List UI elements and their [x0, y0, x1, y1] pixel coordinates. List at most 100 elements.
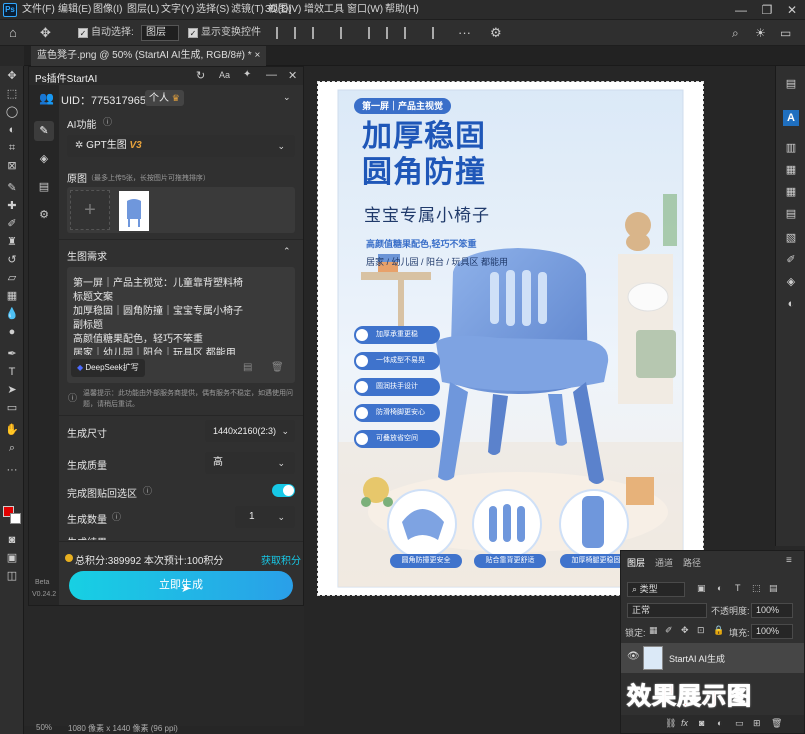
get-points-link[interactable]: 获取积分 [261, 552, 301, 567]
lock-move-icon[interactable]: ✥ [681, 625, 689, 636]
layer-row[interactable]: 👁 StartAI AI生成 [621, 643, 804, 673]
lasso-tool-icon[interactable]: ◯ [4, 104, 20, 120]
quick-select-tool-icon[interactable]: ◐ [4, 122, 20, 138]
quick-mask-icon[interactable]: ◙ [4, 532, 20, 548]
align-bottom-icon[interactable] [404, 27, 416, 39]
properties-icon[interactable]: ▥ [783, 140, 799, 156]
lock-brush-icon[interactable]: ✐ [665, 625, 673, 636]
layer-kind-filter[interactable]: ⌕ 类型 [627, 582, 685, 597]
gear-icon[interactable]: ⚙ [490, 20, 502, 46]
eye-icon[interactable]: 👁 [627, 651, 640, 662]
add-image-button[interactable]: + [70, 190, 110, 230]
source-thumbnail[interactable] [119, 191, 149, 231]
menu-type[interactable]: 文字(Y) [161, 0, 194, 20]
panel-menu-icon[interactable]: ≡ [786, 555, 792, 566]
move-tool-icon[interactable]: ✥ [40, 20, 51, 46]
menu-plugins[interactable]: 增效工具 [304, 0, 344, 20]
brush-settings-icon[interactable]: ✐ [783, 252, 799, 268]
mask-icon[interactable]: ◙ [699, 718, 704, 728]
screen-mode-icon[interactable]: ▣ [4, 550, 20, 566]
artboard-icon[interactable]: ◫ [4, 568, 20, 584]
edit-nav-icon[interactable]: ✎ [34, 121, 54, 141]
document-canvas[interactable]: 第一屏｜产品主视觉 加厚稳固 圆角防撞 宝宝专属小椅子 高颜值糖果配色,轻巧不笨… [317, 81, 704, 596]
opacity-field[interactable]: 100% [751, 603, 793, 618]
align-center-icon[interactable] [294, 27, 306, 39]
quality-dropdown[interactable]: 高 ⌄ [205, 452, 295, 474]
layers-nav-icon[interactable]: ◈ [34, 149, 54, 169]
tab-layers[interactable]: 图层 [627, 555, 645, 571]
filter-type-icon[interactable]: T [735, 583, 741, 593]
filter-shape-icon[interactable]: ⬚ [752, 583, 761, 594]
minimize-icon[interactable]: — [266, 69, 277, 81]
refresh-icon[interactable]: ↻ [196, 69, 205, 82]
grid-icon[interactable]: ▦ [783, 184, 799, 200]
fx-icon[interactable]: fx [681, 718, 688, 728]
restore-button[interactable]: ❐ [754, 0, 780, 20]
stamp-tool-icon[interactable]: ♜ [4, 234, 20, 250]
history-icon[interactable]: ▤ [243, 362, 252, 373]
dodge-tool-icon[interactable]: ● [4, 324, 20, 340]
adjust-icon[interactable]: ▧ [783, 230, 799, 246]
zoom-level[interactable]: 50% [36, 723, 52, 732]
blur-tool-icon[interactable]: 💧 [4, 306, 20, 322]
menu-edit[interactable]: 编辑(E) [58, 0, 91, 20]
startai-icon[interactable]: A [783, 110, 799, 126]
move-tool-icon[interactable]: ✥ [4, 68, 20, 84]
marquee-tool-icon[interactable]: ⬚ [4, 86, 20, 102]
close-icon[interactable]: ✕ [288, 69, 297, 82]
workspace-icon[interactable]: ▭ [780, 20, 791, 46]
info-icon[interactable]: ⓘ [112, 510, 121, 523]
info-icon[interactable]: ⓘ [143, 484, 152, 497]
ai-function-dropdown[interactable]: ✲ GPT生图 V3 ⌄ [67, 135, 295, 157]
paste-back-toggle[interactable] [272, 484, 295, 497]
fill-field[interactable]: 100% [751, 624, 793, 639]
align-top-icon[interactable] [368, 27, 380, 39]
layers-icon[interactable]: ◈ [783, 274, 799, 290]
pin-icon[interactable]: ✦ [243, 69, 251, 80]
settings-nav-icon[interactable]: ⚙ [34, 205, 54, 225]
document-tab[interactable]: 蓝色凳子.png @ 50% (StartAI AI生成, RGB/8#) * … [31, 46, 267, 66]
distribute-icon[interactable] [340, 27, 352, 39]
more-icon[interactable]: ··· [458, 20, 471, 46]
menu-help[interactable]: 帮助(H) [385, 0, 419, 20]
filter-smart-icon[interactable]: ▤ [769, 583, 778, 594]
healing-tool-icon[interactable]: ✚ [4, 198, 20, 214]
menu-window[interactable]: 窗口(W) [347, 0, 383, 20]
menu-layer[interactable]: 图层(L) [127, 0, 159, 20]
photoshop-logo-icon[interactable]: Ps [3, 3, 17, 17]
lock-artboard-icon[interactable]: ⊡ [697, 625, 705, 636]
delete-layer-icon[interactable]: 🗑 [771, 718, 782, 729]
align-left-icon[interactable] [276, 27, 288, 39]
account-dropdown-icon[interactable]: ⌄ [283, 92, 291, 103]
more-tools-icon[interactable]: ··· [4, 462, 20, 478]
filter-adjust-icon[interactable]: ◐ [717, 583, 722, 593]
auto-select-dropdown[interactable]: 图层 [141, 25, 179, 41]
chevron-up-icon[interactable]: ⌃ [283, 246, 291, 257]
frame-tool-icon[interactable]: ⊠ [4, 158, 20, 174]
menu-view[interactable]: 视图(V) [268, 0, 301, 20]
search-icon[interactable]: ⌕ [732, 20, 739, 46]
menu-filter[interactable]: 滤镜(T) [231, 0, 264, 20]
show-transform-checkbox[interactable]: ✓ 显示变换控件 [188, 20, 261, 46]
blend-mode-dropdown[interactable]: 正常 [627, 603, 707, 618]
library-icon[interactable]: ▤ [783, 206, 799, 222]
link-icon[interactable]: ⛓ [665, 718, 676, 729]
gradient-tool-icon[interactable]: ▦ [4, 288, 20, 304]
lock-all-icon[interactable]: 🔒 [713, 625, 724, 636]
type-tool-icon[interactable]: T [4, 364, 20, 380]
brush-tool-icon[interactable]: ✐ [4, 216, 20, 232]
shape-tool-icon[interactable]: ▭ [4, 400, 20, 416]
folder-icon[interactable]: ▭ [735, 718, 744, 729]
close-button[interactable]: ✕ [779, 0, 805, 20]
pen-tool-icon[interactable]: ✒ [4, 346, 20, 362]
count-dropdown[interactable]: 1 ⌄ [235, 506, 295, 528]
tab-paths[interactable]: 路径 [683, 555, 701, 571]
filter-pixel-icon[interactable]: ▣ [697, 583, 706, 594]
auto-select-checkbox[interactable]: ✓ 自动选择: [78, 20, 134, 46]
lightbulb-icon[interactable]: ☀ [755, 20, 766, 46]
history-icon[interactable]: ▤ [783, 76, 799, 92]
zoom-tool-icon[interactable]: ⌕ [4, 440, 20, 456]
font-size-icon[interactable]: Aa [219, 70, 230, 80]
lock-pixels-icon[interactable]: ▦ [649, 625, 658, 636]
minimize-button[interactable]: — [728, 0, 754, 20]
